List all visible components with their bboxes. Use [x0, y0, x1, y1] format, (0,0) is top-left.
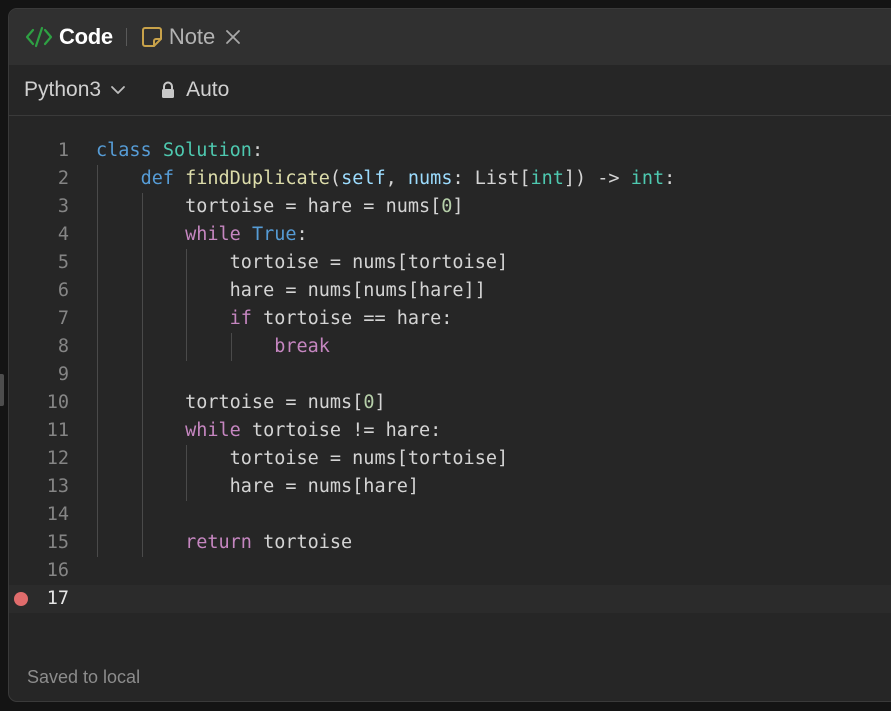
line-number: 16 [46, 560, 69, 581]
tab-code-label: Code [59, 24, 113, 49]
tab-bar: Code Note [9, 9, 891, 65]
code-text: break [274, 336, 330, 357]
tab-note[interactable]: Note [141, 9, 241, 65]
line-number: 15 [46, 532, 69, 553]
code-line[interactable]: 16 [9, 557, 891, 585]
note-icon [141, 26, 163, 48]
line-number: 4 [57, 224, 69, 245]
code-text: tortoise = hare = nums[0] [96, 196, 464, 217]
line-number: 5 [57, 252, 69, 273]
code-text: hare = nums[hare] [96, 476, 420, 497]
auto-mode-label: Auto [186, 78, 230, 101]
line-number: 3 [57, 196, 69, 217]
code-panel: Code Note Python3 Auto 1 class Solution:… [8, 8, 891, 702]
tab-code[interactable]: Code [9, 9, 113, 65]
line-number: 1 [57, 140, 69, 161]
language-label: Python3 [24, 78, 102, 101]
indent-guide [97, 165, 98, 557]
line-number: 7 [57, 308, 69, 329]
indent-guide [186, 249, 188, 361]
code-line[interactable]: 2 def findDuplicate(self, nums: List[int… [9, 165, 891, 193]
code-text: while True: [185, 224, 308, 245]
line-number: 13 [46, 476, 69, 497]
indent-guide [141, 193, 143, 557]
indent-guide [186, 445, 188, 501]
code-text: while tortoise != hare: [185, 420, 442, 441]
tab-note-label: Note [168, 24, 216, 49]
line-number: 14 [46, 504, 69, 525]
code-text: if tortoise == hare: [229, 308, 453, 329]
indent-guide [230, 333, 232, 361]
line-number: 17 [46, 588, 69, 609]
line-number: 11 [46, 420, 69, 441]
code-text: tortoise = nums[tortoise] [96, 448, 509, 469]
line-number: 6 [57, 280, 69, 301]
code-text: class Solution: [96, 140, 264, 161]
line-number: 12 [46, 448, 69, 469]
code-text: tortoise = nums[tortoise] [96, 252, 509, 273]
code-text: tortoise = nums[0] [96, 392, 386, 413]
line-number: 9 [57, 364, 69, 385]
code-brackets-icon [25, 26, 53, 48]
lock-icon [160, 81, 176, 99]
code-text: def findDuplicate(self, nums: List[int])… [140, 168, 676, 189]
code-text: return tortoise [185, 532, 353, 553]
chevron-down-icon [110, 85, 126, 95]
close-icon[interactable] [225, 29, 241, 45]
language-selector[interactable]: Python3 [24, 78, 126, 102]
auto-mode-toggle[interactable]: Auto [160, 78, 229, 102]
editor-toolbar: Python3 Auto [9, 65, 891, 116]
code-line[interactable]: 1 class Solution: [9, 137, 891, 165]
code-line[interactable]: 17 [9, 585, 891, 613]
code-editor[interactable]: 1 class Solution: 2 def findDuplicate(self… [9, 127, 891, 613]
save-status: Saved to local [27, 667, 141, 687]
line-number: 2 [57, 168, 69, 189]
line-number: 8 [57, 336, 69, 357]
tab-divider [125, 28, 127, 46]
side-scroll-handle[interactable] [0, 374, 4, 406]
code-text: hare = nums[nums[hare]] [96, 280, 486, 301]
line-number: 10 [46, 392, 69, 413]
